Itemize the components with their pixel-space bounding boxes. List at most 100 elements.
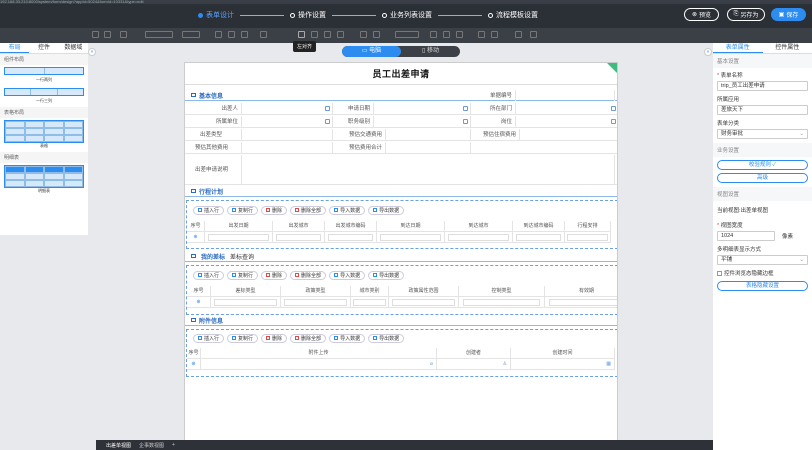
advanced-button[interactable]: 高级 — [717, 173, 808, 183]
step-form-design[interactable]: 表单设计 — [198, 10, 234, 20]
export-data-button[interactable]: 导出数据 — [368, 205, 405, 215]
font-select[interactable] — [145, 31, 173, 38]
est-transport-field[interactable] — [385, 129, 471, 140]
insert-row-icon[interactable] — [443, 31, 450, 38]
justify-icon[interactable] — [337, 31, 344, 38]
insert-row-button[interactable]: 插入行 — [193, 270, 225, 280]
calendar-icon[interactable]: ▦ — [606, 361, 611, 367]
delete-all-button[interactable]: 删除全部 — [290, 270, 327, 280]
table-cell[interactable] — [211, 297, 281, 308]
table-cell[interactable] — [281, 297, 351, 308]
lock-icon[interactable] — [515, 31, 522, 38]
cell-input[interactable] — [392, 299, 455, 306]
redo-icon[interactable] — [104, 31, 111, 38]
layout-one-row-three-cols[interactable]: 一行三列 — [4, 88, 84, 104]
delete-button[interactable]: 删除 — [261, 333, 288, 343]
bold-icon[interactable] — [215, 31, 222, 38]
job-level-field[interactable] — [373, 116, 471, 127]
hide-border-checkbox[interactable] — [717, 270, 722, 276]
cell-input[interactable] — [327, 234, 374, 241]
step-operation-settings[interactable]: 操作设置 — [290, 10, 326, 20]
cell-input[interactable] — [352, 299, 387, 306]
apply-date-field[interactable] — [373, 103, 471, 114]
step-workflow-settings[interactable]: 流程模板设置 — [488, 10, 538, 20]
cell-input[interactable] — [208, 234, 269, 241]
save-button[interactable]: ▣ 保存 — [771, 8, 806, 21]
table-cell[interactable] — [325, 232, 377, 243]
export-data-button[interactable]: 导出数据 — [368, 270, 405, 280]
layout-one-row-two-cols[interactable]: 一行两列 — [4, 67, 84, 83]
save-as-button[interactable]: ⎘ 另存为 — [727, 8, 765, 21]
align-left-icon[interactable] — [298, 31, 305, 38]
cell-input[interactable] — [275, 234, 322, 241]
delete-button[interactable]: 删除 — [261, 270, 288, 280]
format-icon[interactable] — [120, 31, 127, 38]
font-color-icon[interactable] — [260, 31, 267, 38]
tab-standards-query[interactable]: 差标查询 — [230, 252, 254, 261]
table-cell[interactable] — [377, 232, 445, 243]
border-select[interactable] — [395, 31, 419, 38]
trip-type-field[interactable] — [241, 129, 333, 140]
cell-input[interactable] — [463, 299, 540, 306]
cell-input[interactable] — [214, 299, 277, 306]
table-cell[interactable] — [565, 232, 611, 243]
form-name-input[interactable]: trip_员工出差申请 — [717, 81, 808, 91]
delete-button[interactable]: 删除 — [261, 205, 288, 215]
form-no-field[interactable] — [515, 90, 615, 101]
department-field[interactable] — [515, 103, 617, 114]
table-cell[interactable]: ⌀ — [201, 359, 437, 370]
collapse-left-icon[interactable]: « — [88, 48, 96, 56]
applicant-field[interactable] — [241, 103, 333, 114]
split-cells-icon[interactable] — [373, 31, 380, 38]
delete-all-button[interactable]: 删除全部 — [290, 205, 327, 215]
app-input[interactable]: 差旅天下 — [717, 105, 808, 115]
attachment-icon[interactable]: ⌀ — [430, 361, 433, 367]
tab-layout[interactable]: 布局 — [0, 43, 30, 53]
delete-col-icon[interactable] — [491, 31, 498, 38]
insert-row-button[interactable]: 插入行 — [193, 333, 225, 343]
underline-icon[interactable] — [241, 31, 248, 38]
table-cell[interactable] — [445, 232, 513, 243]
copy-row-button[interactable]: 复制行 — [227, 270, 259, 280]
table-cell[interactable] — [513, 232, 565, 243]
copy-row-button[interactable]: 复制行 — [227, 333, 259, 343]
section-itinerary[interactable]: 行程计划 — [185, 186, 617, 197]
table-cell[interactable] — [205, 232, 273, 243]
tab-control-properties[interactable]: 控件属性 — [763, 43, 812, 53]
align-center-icon[interactable] — [311, 31, 318, 38]
user-icon[interactable]: ♙ — [503, 361, 507, 367]
est-total-field[interactable] — [385, 142, 471, 153]
insert-col-icon[interactable] — [456, 31, 463, 38]
section-attachment[interactable]: 附件信息 — [185, 315, 617, 326]
delete-row-icon[interactable] — [478, 31, 485, 38]
detail-mode-select[interactable]: 平铺 ⌄ — [717, 255, 808, 265]
description-field[interactable] — [241, 155, 615, 184]
tab-my-standards[interactable]: 我的差标 — [201, 252, 225, 261]
cell-input[interactable] — [567, 234, 608, 241]
fill-color-icon[interactable] — [430, 31, 437, 38]
step-list-settings[interactable]: 业务列表设置 — [382, 10, 432, 20]
align-right-icon[interactable] — [324, 31, 331, 38]
size-select[interactable] — [182, 31, 200, 38]
table-cell[interactable] — [389, 297, 459, 308]
import-data-button[interactable]: 导入数据 — [329, 270, 366, 280]
cell-input[interactable] — [515, 234, 562, 241]
import-data-button[interactable]: 导入数据 — [329, 205, 366, 215]
layout-table[interactable]: 表格 — [4, 120, 84, 149]
est-lodging-field[interactable] — [519, 129, 617, 140]
category-select[interactable]: 财务审批 ⌄ — [717, 129, 808, 139]
copy-row-button[interactable]: 复制行 — [227, 205, 259, 215]
view-tab-other[interactable]: 企事数视图 — [139, 442, 164, 449]
table-cell[interactable]: ♙ — [437, 359, 511, 370]
italic-icon[interactable] — [228, 31, 235, 38]
address-bar[interactable]: 192.168.33.210:8000/system/form/design?a… — [0, 0, 812, 4]
preview-button[interactable]: ⊗ 预览 — [684, 8, 719, 21]
unit-field[interactable] — [241, 116, 333, 127]
table-hide-settings-button[interactable]: 表格隐藏设置 — [717, 281, 808, 291]
view-tab-trip[interactable]: 出差单视图 — [106, 442, 131, 449]
insert-row-button[interactable]: 插入行 — [193, 205, 225, 215]
cell-input[interactable] — [284, 299, 347, 306]
form-title[interactable]: 员工出差申请 — [185, 63, 617, 85]
tab-form-properties[interactable]: 表单属性 — [713, 43, 763, 53]
layout-detail-table[interactable]: 明细表 — [4, 165, 84, 194]
